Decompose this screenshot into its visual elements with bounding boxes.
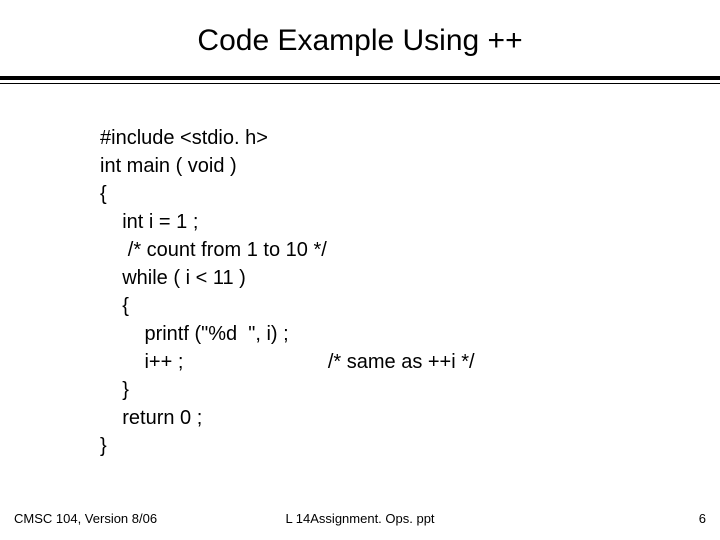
slide-title: Code Example Using ++: [0, 0, 720, 76]
code-block: #include <stdio. h> int main ( void ) { …: [0, 84, 720, 460]
code-line: {: [100, 292, 720, 320]
code-line: i++ ; /* same as ++i */: [100, 348, 720, 376]
code-line: while ( i < 11 ): [100, 264, 720, 292]
code-line: /* count from 1 to 10 */: [100, 236, 720, 264]
code-line: {: [100, 180, 720, 208]
code-line: return 0 ;: [100, 404, 720, 432]
footer-course: CMSC 104, Version 8/06: [14, 511, 157, 526]
footer-filename: L 14Assignment. Ops. ppt: [285, 511, 434, 526]
code-line: #include <stdio. h>: [100, 124, 720, 152]
code-line: printf ("%d ", i) ;: [100, 320, 720, 348]
code-line: int main ( void ): [100, 152, 720, 180]
code-line: }: [100, 376, 720, 404]
code-line: int i = 1 ;: [100, 208, 720, 236]
footer-page-number: 6: [699, 511, 706, 526]
divider-thick: [0, 76, 720, 80]
code-line: }: [100, 432, 720, 460]
